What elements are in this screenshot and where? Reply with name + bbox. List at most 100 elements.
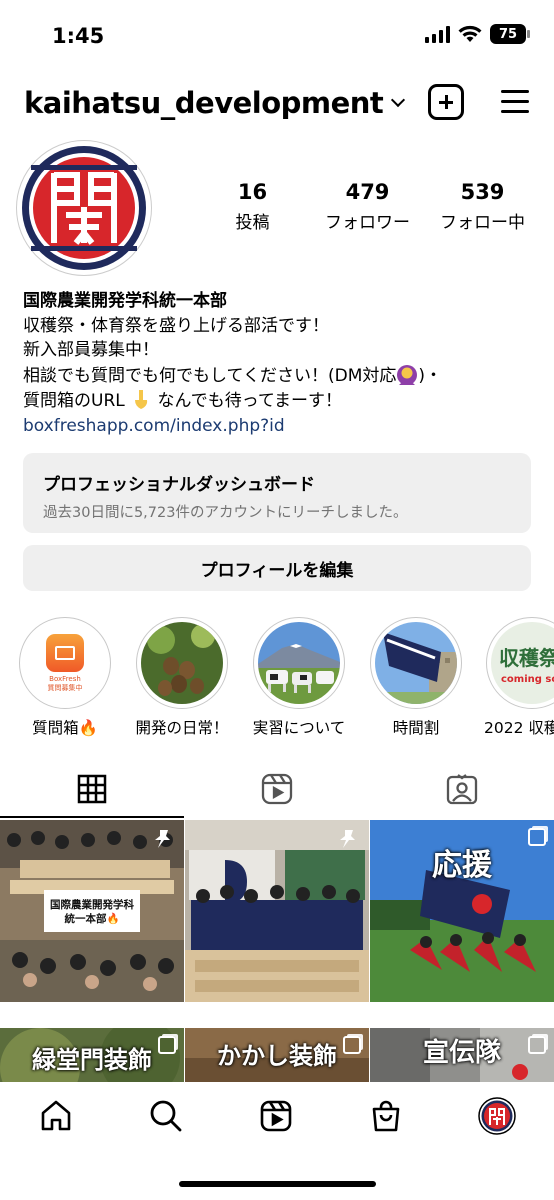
active-tab-indicator <box>0 816 184 818</box>
display-name: 国際農業開発学科統一本部 <box>23 291 227 311</box>
bio-text: 相談でも質問でも何でもしてください！(DM対応 <box>23 365 397 386</box>
signal-icon <box>425 25 450 43</box>
professional-dashboard-button[interactable]: プロフェッショナルダッシュボード 過去30日間に5,723件のアカウントにリーチ… <box>23 453 531 533</box>
chevron-down-icon <box>391 92 406 108</box>
post-caption: 緑堂門装飾 <box>32 1046 152 1074</box>
person-gesturing-emoji-icon <box>397 364 418 385</box>
highlight-item[interactable]: 収穫祭 coming soon 2022 収穫 <box>484 617 554 738</box>
nav-shop[interactable] <box>366 1096 406 1136</box>
stat-label: 投稿 <box>235 213 270 233</box>
status-bar: 1:45 75 <box>0 0 554 70</box>
grid-icon <box>77 774 107 804</box>
nav-profile[interactable] <box>477 1096 517 1136</box>
reels-icon <box>261 773 293 805</box>
carousel-icon <box>158 1036 176 1054</box>
stat-number: 539 <box>460 180 505 204</box>
highlight-cover <box>375 622 457 704</box>
bio-text: )・ <box>418 365 443 386</box>
following-count[interactable]: 539 フォロー中 <box>425 180 540 233</box>
highlight-cover: 収穫祭 coming soon <box>491 622 554 704</box>
nav-search[interactable] <box>146 1096 186 1136</box>
wifi-icon <box>458 25 482 42</box>
post-caption: 応援 <box>432 848 492 883</box>
tab-posts-grid[interactable] <box>0 760 184 818</box>
club-logo <box>22 146 146 270</box>
profile-avatar-icon <box>478 1097 516 1135</box>
bio-line: 相談でも質問でも何でもしてください！(DM対応 )・ <box>23 363 533 389</box>
post-tile[interactable]: 応援 <box>370 820 554 1002</box>
status-icons: 75 <box>425 24 530 44</box>
stat-number: 16 <box>237 180 268 204</box>
shopping-bag-icon <box>372 1100 400 1132</box>
boxfresh-logo-icon <box>46 633 84 672</box>
post-caption: かかし装飾 <box>217 1042 337 1070</box>
battery-icon: 75 <box>490 24 530 44</box>
highlight-cover <box>258 622 340 704</box>
profile-header: kaihatsu_development <box>0 82 554 128</box>
tagged-icon <box>446 774 478 805</box>
highlight-label: 質問箱🔥 <box>32 719 98 737</box>
bio-line: 収穫祭・体育祭を盛り上げる部活です！ <box>23 315 329 336</box>
profile-stats: 16 投稿 479 フォロワー 539 フォロー中 <box>195 180 540 233</box>
flag-photo <box>375 622 457 704</box>
post-caption: 宣伝隊 <box>422 1038 501 1068</box>
username: kaihatsu_development <box>24 86 384 120</box>
highlight-item[interactable]: BoxFresh 質問募集中 質問箱🔥 <box>19 617 111 738</box>
highlight-cover <box>141 622 223 704</box>
highlight-label: 2022 収穫 <box>484 719 554 737</box>
bio-text: 質問箱のURL <box>23 391 125 411</box>
highlight-item[interactable]: 実習について <box>253 617 345 738</box>
post-tile[interactable]: 緑堂門装飾 <box>0 1028 184 1082</box>
status-time: 1:45 <box>52 24 105 48</box>
highlight-ring: BoxFresh 質問募集中 <box>19 617 111 709</box>
pin-icon <box>155 830 170 848</box>
nav-reels[interactable] <box>256 1096 296 1136</box>
highlight-item[interactable]: 時間割 <box>370 617 462 738</box>
highlight-label: 実習について <box>252 719 346 737</box>
highlight-label: 開発の日常！ <box>135 719 229 737</box>
username-switcher[interactable]: kaihatsu_development <box>24 86 406 120</box>
dashboard-title: プロフェッショナルダッシュボード <box>43 475 315 495</box>
edit-profile-button[interactable]: プロフィールを編集 <box>23 545 531 591</box>
highlight-cover: BoxFresh 質問募集中 <box>24 622 106 704</box>
dashboard-subtitle: 過去30日間に5,723件のアカウントにリーチしました。 <box>43 505 408 521</box>
home-icon <box>41 1100 71 1131</box>
pointing-down-emoji-icon <box>135 390 148 409</box>
highlight-ring <box>370 617 462 709</box>
post-tile[interactable]: かかし装飾 <box>185 1028 369 1082</box>
bio-link[interactable]: boxfreshapp.com/index.php?id <box>23 414 533 439</box>
carousel-icon <box>343 1036 361 1054</box>
profile-avatar[interactable] <box>16 140 152 276</box>
followers-count[interactable]: 479 フォロワー <box>310 180 425 233</box>
bio-line: 新入部員募集中！ <box>23 340 159 360</box>
logo-subtext: 質問募集中 <box>47 683 83 692</box>
post-tile[interactable]: 国際農業開発学科 統一本部🔥 <box>0 820 184 1002</box>
logo-text: BoxFresh <box>49 674 81 683</box>
bio-text: なんでも待ってまーす！ <box>157 391 342 411</box>
post-caption: 国際農業開発学科 統一本部🔥 <box>50 899 134 925</box>
highlight-ring: 収穫祭 coming soon <box>486 617 554 709</box>
nav-home[interactable] <box>36 1096 76 1136</box>
posts-count[interactable]: 16 投稿 <box>195 180 310 233</box>
profile-bio: 国際農業開発学科統一本部 収穫祭・体育祭を盛り上げる部活です！ 新入部員募集中！… <box>23 289 533 438</box>
posts-grid: 国際農業開発学科 統一本部🔥 応援 緑堂門装飾 かかし装飾 宣伝隊 <box>0 820 554 1082</box>
home-indicator[interactable] <box>179 1181 376 1187</box>
tab-reels[interactable] <box>185 760 369 818</box>
stat-label: フォロワー <box>325 213 410 233</box>
stat-label: フォロー中 <box>440 213 525 233</box>
create-post-icon[interactable] <box>428 84 464 120</box>
carousel-icon <box>528 1036 546 1054</box>
profile-tabs <box>0 760 554 818</box>
post-tile[interactable] <box>185 820 369 1002</box>
cover-subtitle: coming soon <box>501 674 554 685</box>
menu-icon[interactable] <box>499 84 535 120</box>
bio-line: 質問箱のURL なんでも待ってまーす！ <box>23 388 533 414</box>
highlight-item[interactable]: 開発の日常！ <box>135 617 229 738</box>
highlight-ring <box>136 617 228 709</box>
tab-tagged[interactable] <box>370 760 554 818</box>
highlight-ring <box>253 617 345 709</box>
post-tile[interactable]: 宣伝隊 <box>370 1028 554 1082</box>
highlight-label: 時間割 <box>392 719 440 737</box>
reels-icon <box>260 1100 292 1132</box>
pin-icon <box>340 830 355 848</box>
